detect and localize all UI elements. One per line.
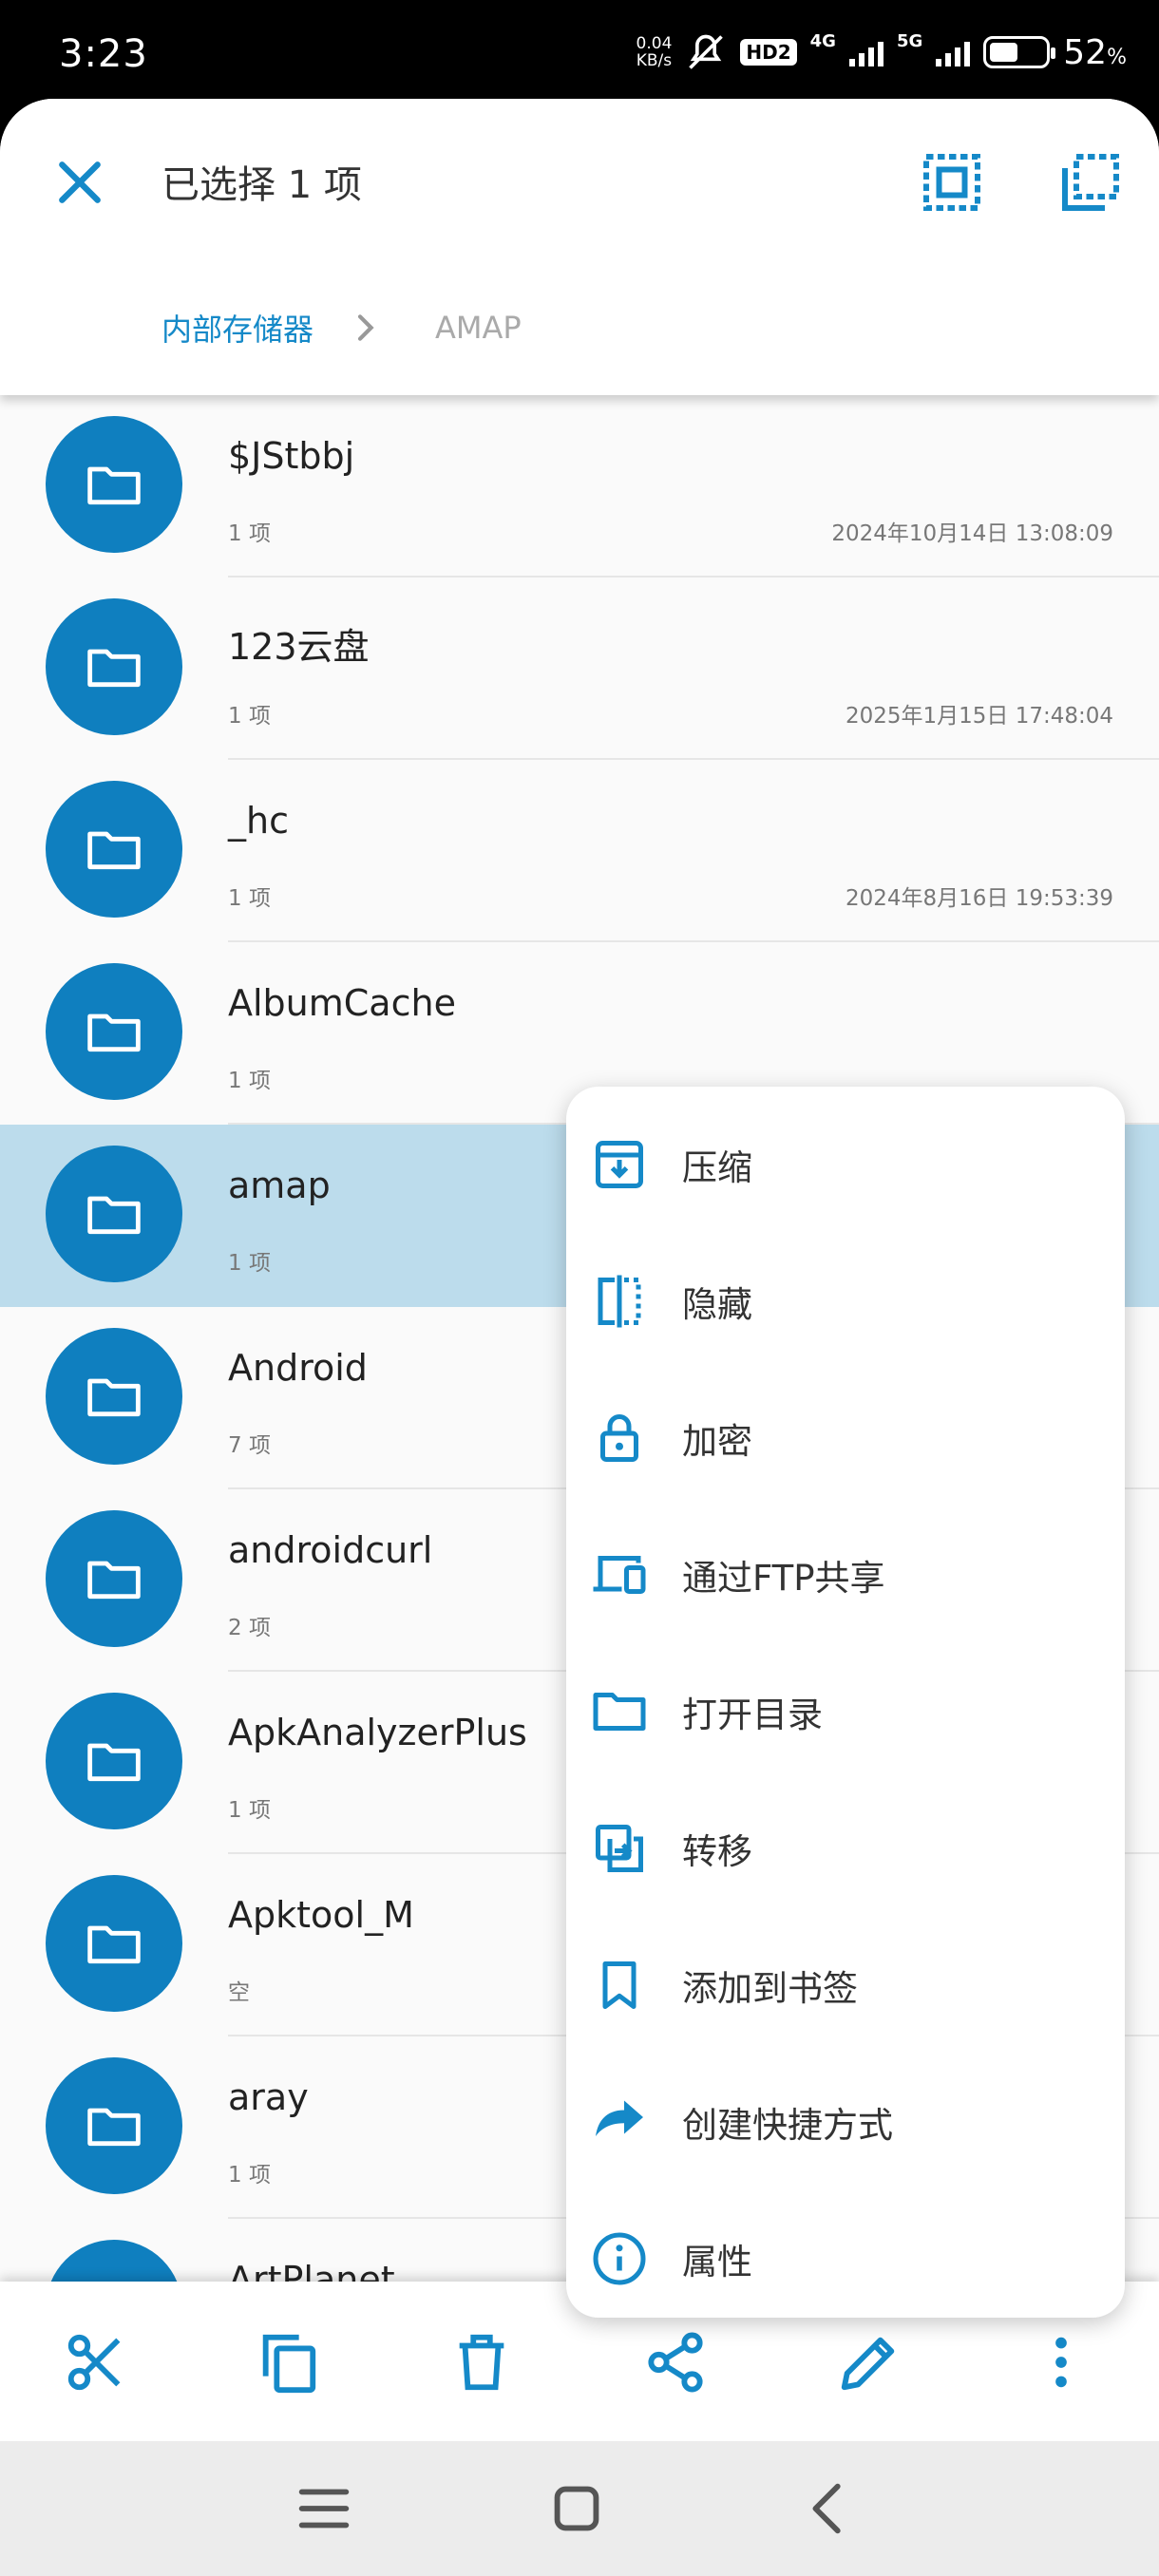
file-name: AlbumCache — [228, 982, 456, 1024]
shortcut-icon — [596, 2100, 643, 2136]
item-count: 1 项 — [228, 886, 271, 911]
item-count: 1 项 — [228, 704, 271, 729]
file-name: $JStbbj — [228, 435, 355, 477]
file-name: Apktool_M — [228, 1894, 414, 1936]
item-count: 1 项 — [228, 1251, 271, 1276]
signal-2-icon — [936, 38, 971, 66]
breadcrumb-internal-storage[interactable]: 内部存储器 — [162, 306, 314, 350]
list-item[interactable]: _hc 1 项 2024年8月16日 19:53:39 — [0, 760, 1159, 942]
status-time: 3:23 — [59, 32, 148, 76]
menu-item-create-shortcut[interactable]: 创建快捷方式 — [566, 2054, 1125, 2190]
file-name: androidcurl — [228, 1529, 433, 1571]
cut-icon[interactable] — [63, 2329, 129, 2396]
modified-date: 2024年10月14日 13:08:09 — [831, 521, 1113, 546]
rename-icon[interactable] — [836, 2329, 902, 2396]
lock-icon — [600, 1414, 638, 1462]
chevron-right-icon — [357, 314, 374, 341]
battery-percent: 52% — [1063, 32, 1127, 72]
file-name: amap — [228, 1165, 331, 1206]
folder-icon[interactable] — [46, 1875, 182, 2012]
menu-item-ftp-share[interactable]: 通过FTP共享 — [566, 1506, 1125, 1643]
select-range-icon[interactable] — [1056, 148, 1125, 217]
copy-icon[interactable] — [255, 2329, 321, 2396]
menu-item-transfer[interactable]: 转移 — [566, 1780, 1125, 1917]
item-count: 空 — [228, 1980, 250, 2005]
item-count: 2 项 — [228, 1616, 271, 1640]
delete-icon[interactable] — [448, 2329, 515, 2396]
network-speed: 0.04 KB/s — [636, 34, 673, 70]
menu-item-hide[interactable]: 隐藏 — [566, 1233, 1125, 1370]
menu-item-encrypt[interactable]: 加密 — [566, 1370, 1125, 1506]
transfer-icon — [596, 1825, 643, 1872]
network-type-2: 5G — [896, 30, 923, 51]
file-name: _hc — [228, 800, 289, 842]
item-count: 1 项 — [228, 1069, 271, 1093]
item-count: 7 项 — [228, 1433, 271, 1458]
folder-open-icon — [593, 1693, 646, 1731]
file-name: aray — [228, 2076, 309, 2118]
item-count: 1 项 — [228, 2163, 271, 2188]
file-manager-app: 已选择 1 项 内部存储器 AMAP $JStbbj 1 项 2024年10月1… — [0, 99, 1159, 2441]
mute-icon — [689, 34, 724, 69]
menu-icon[interactable] — [291, 2475, 357, 2542]
selection-header: 已选择 1 项 内部存储器 AMAP — [0, 99, 1159, 395]
list-item[interactable]: $JStbbj 1 项 2024年10月14日 13:08:09 — [0, 395, 1159, 578]
bookmark-icon — [602, 1961, 636, 2009]
file-name: ApkAnalyzerPlus — [228, 1712, 527, 1753]
modified-date: 2025年1月15日 17:48:04 — [845, 704, 1113, 729]
folder-icon[interactable] — [46, 1510, 182, 1647]
menu-item-properties[interactable]: 属性 — [566, 2190, 1125, 2327]
more-icon[interactable] — [1028, 2329, 1094, 2396]
back-icon[interactable] — [796, 2475, 863, 2542]
hide-icon — [598, 1275, 641, 1328]
folder-icon[interactable] — [46, 1693, 182, 1829]
breadcrumb: 内部存储器 AMAP — [162, 306, 522, 350]
system-nav-bar — [0, 2441, 1159, 2576]
status-bar: 3:23 0.04 KB/s HD2 4G 5G 52% — [0, 0, 1159, 99]
folder-icon[interactable] — [46, 1146, 182, 1282]
select-all-icon[interactable] — [918, 148, 986, 217]
folder-icon[interactable] — [46, 781, 182, 918]
menu-item-open-directory[interactable]: 打开目录 — [566, 1643, 1125, 1780]
archive-icon — [596, 1141, 643, 1188]
network-type-1: 4G — [809, 30, 836, 51]
folder-icon[interactable] — [46, 963, 182, 1100]
item-count: 1 项 — [228, 521, 271, 546]
page-title: 已选择 1 项 — [162, 163, 362, 207]
file-name: 123云盘 — [228, 626, 370, 668]
modified-date: 2024年8月16日 19:53:39 — [845, 886, 1113, 911]
hd-badge: HD2 — [740, 39, 797, 66]
info-icon — [593, 2232, 646, 2285]
menu-item-add-bookmark[interactable]: 添加到书签 — [566, 1917, 1125, 2054]
close-icon[interactable] — [49, 152, 110, 213]
share-icon[interactable] — [642, 2329, 709, 2396]
signal-1-icon — [848, 38, 884, 66]
status-icons: 0.04 KB/s HD2 4G 5G 52% — [636, 28, 1127, 76]
folder-icon[interactable] — [46, 598, 182, 735]
home-icon[interactable] — [543, 2475, 610, 2542]
item-count: 1 项 — [228, 1798, 271, 1823]
menu-item-compress[interactable]: 压缩 — [566, 1096, 1125, 1233]
breadcrumb-amap[interactable]: AMAP — [435, 310, 522, 346]
devices-icon — [593, 1556, 646, 1594]
folder-icon[interactable] — [46, 2057, 182, 2194]
folder-icon[interactable] — [46, 1328, 182, 1465]
file-name: Android — [228, 1347, 368, 1389]
battery-icon — [983, 36, 1056, 68]
folder-icon[interactable] — [46, 416, 182, 553]
list-item[interactable]: 123云盘 1 项 2025年1月15日 17:48:04 — [0, 578, 1159, 760]
context-menu: 压缩 隐藏 加密 通过FTP共享 打开目录 转移 添加到书签 创建快捷方式 属性 — [566, 1087, 1125, 2318]
